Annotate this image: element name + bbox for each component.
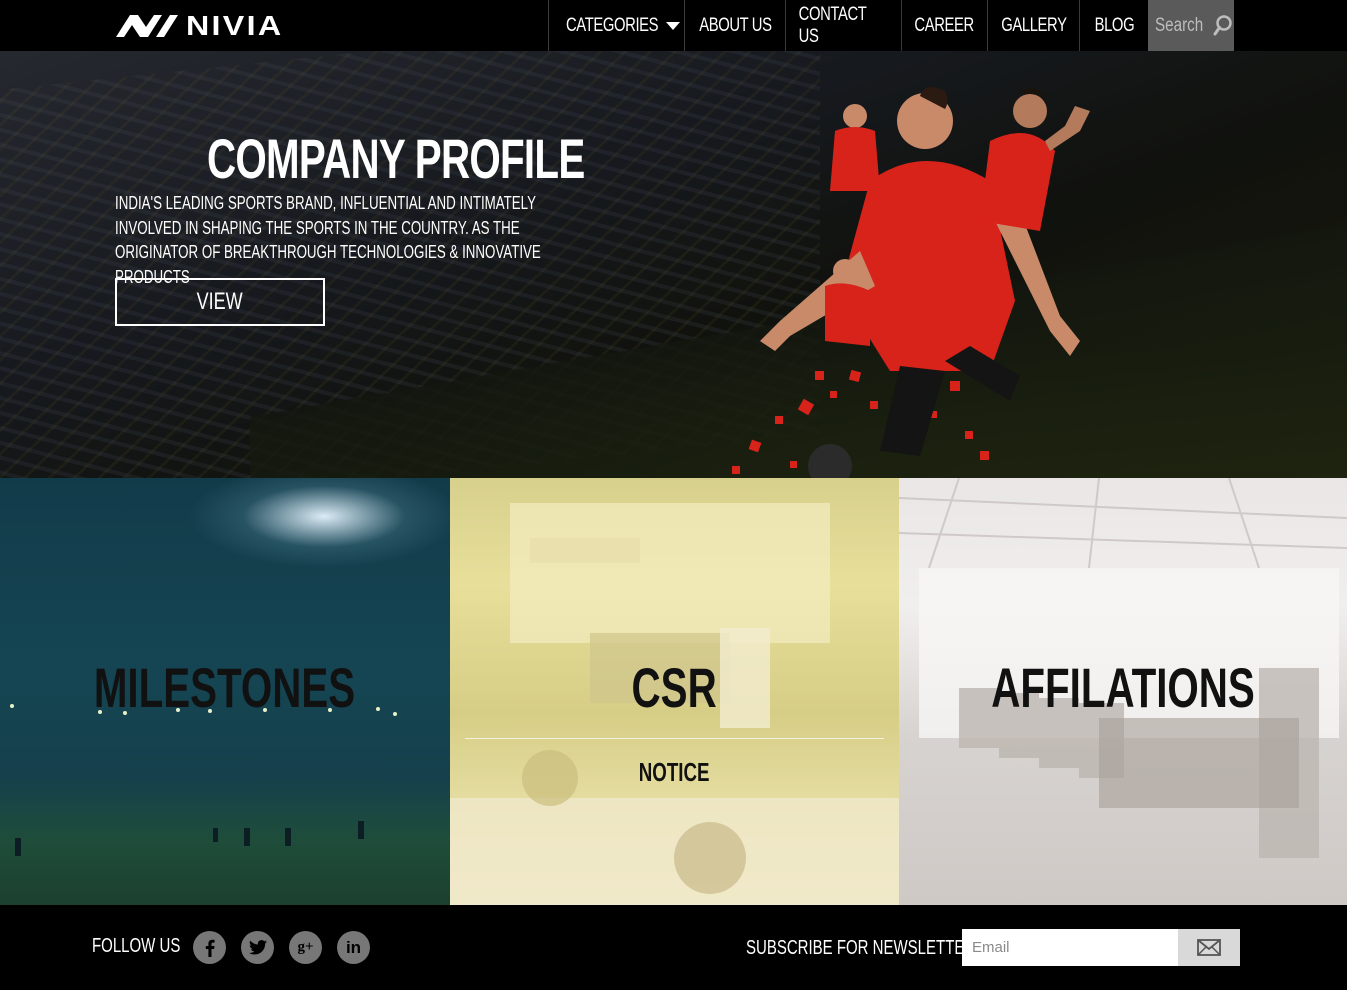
google-plus-glyph: g+	[297, 939, 314, 955]
football-players-image	[732, 87, 1090, 478]
hero-description: INDIA'S LEADING SPORTS BRAND, INFLUENTIA…	[115, 193, 541, 287]
nav-item-label: CONTACT US	[798, 3, 867, 47]
nav-item-label: BLOG	[1094, 14, 1134, 36]
subscribe-button[interactable]	[1178, 929, 1240, 966]
notice-link-label: NOTICE	[639, 757, 710, 787]
follow-us-label: FOLLOW US	[92, 935, 181, 957]
caret-down-icon	[665, 21, 680, 30]
tile-label-text: CSR	[631, 656, 718, 719]
tile-csr-label: CSR	[450, 658, 899, 718]
linkedin-icon[interactable]: in	[337, 931, 370, 964]
view-button[interactable]: VIEW	[115, 278, 325, 326]
linkedin-glyph: in	[345, 937, 362, 957]
social-links: g+ in	[193, 931, 370, 964]
hero-title: COMPANY PROFILE	[207, 127, 585, 190]
google-plus-icon[interactable]: g+	[289, 931, 322, 964]
top-navbar: NIVIA CATEGORIES ABOUT US CONTACT US CAR…	[0, 0, 1347, 51]
nav-item-career[interactable]: CAREER	[901, 0, 987, 51]
tile-divider	[465, 738, 884, 739]
tile-label-text: MILESTONES	[94, 656, 356, 719]
envelope-icon	[1197, 939, 1221, 956]
nav-item-gallery[interactable]: GALLERY	[987, 0, 1079, 51]
tile-affilations[interactable]: AFFILATIONS	[899, 478, 1347, 905]
subscribe-label: SUBSCRIBE FOR NEWSLETTER	[746, 937, 976, 959]
nav-item-label: ABOUT US	[698, 14, 772, 36]
hero-banner: COMPANY PROFILE INDIA'S LEADING SPORTS B…	[0, 51, 1347, 478]
footer: FOLLOW US g+ in SUBSCRIBE FOR NEWSLETTER	[0, 905, 1347, 990]
tile-milestones[interactable]: MILESTONES	[0, 478, 450, 905]
search-button[interactable]: Search	[1148, 0, 1234, 51]
brand-name: NIVIA	[186, 10, 284, 41]
tile-label-text: AFFILATIONS	[991, 656, 1255, 719]
nav-item-categories[interactable]: CATEGORIES	[548, 0, 684, 51]
nav-item-label: CAREER	[914, 14, 975, 36]
nav-item-blog[interactable]: BLOG	[1079, 0, 1148, 51]
tile-affilations-label: AFFILATIONS	[899, 658, 1347, 718]
nav-item-about-us[interactable]: ABOUT US	[684, 0, 785, 51]
tile-csr[interactable]: CSR NOTICE	[450, 478, 899, 905]
nav-item-label: CATEGORIES	[566, 14, 659, 36]
search-label: Search	[1154, 14, 1204, 36]
brand-logo[interactable]: NIVIA	[116, 12, 281, 40]
facebook-icon[interactable]	[193, 931, 226, 964]
twitter-icon[interactable]	[241, 931, 274, 964]
email-field[interactable]	[962, 929, 1178, 966]
nav-item-label: GALLERY	[1000, 14, 1067, 36]
tile-milestones-label: MILESTONES	[0, 658, 450, 718]
nivia-logo-mark-icon	[116, 15, 178, 37]
feature-tiles: MILESTONES CSR NOTICE AFFILATIONS	[0, 478, 1347, 905]
nav-item-contact-us[interactable]: CONTACT US	[785, 0, 901, 51]
notice-link[interactable]: NOTICE	[450, 757, 899, 788]
view-button-label: VIEW	[196, 288, 244, 315]
main-nav: CATEGORIES ABOUT US CONTACT US CAREER GA…	[548, 0, 1234, 51]
search-icon	[1213, 14, 1233, 37]
